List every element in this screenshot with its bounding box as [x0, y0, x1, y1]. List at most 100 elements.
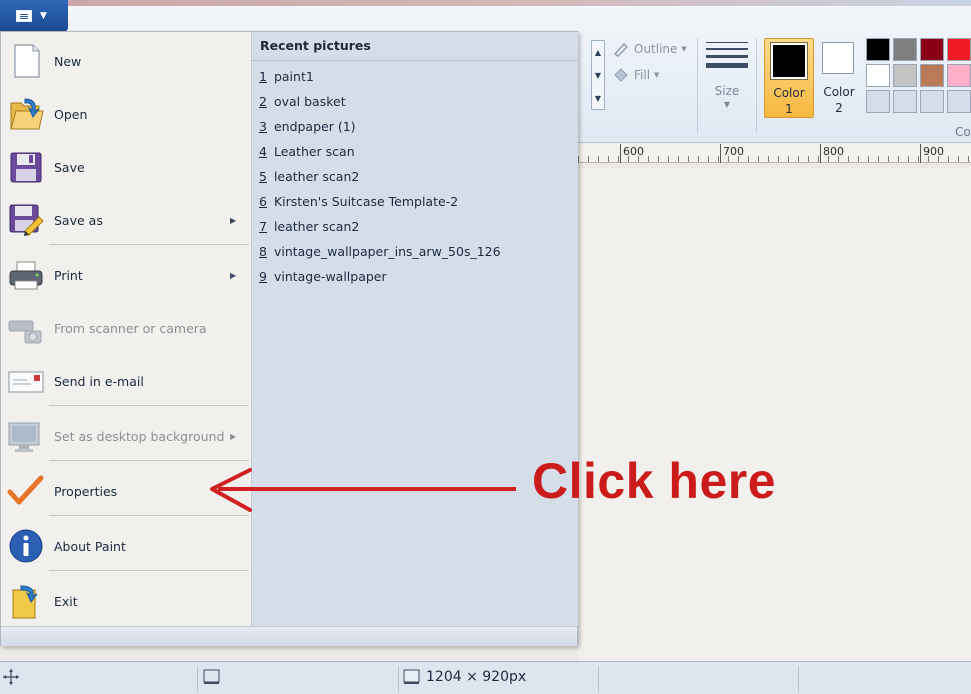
palette-swatch[interactable] — [947, 38, 971, 61]
annotation-click-here: Click here — [532, 453, 777, 509]
fill-label: Fill — [634, 68, 651, 82]
size-dropdown-icon: ▼ — [723, 100, 731, 109]
recent-item[interactable]: 3 endpaper (1) — [259, 116, 356, 138]
desktop-icon — [7, 417, 45, 455]
menu-item-save[interactable]: Save — [5, 142, 247, 192]
menu-separator — [49, 244, 249, 245]
menu-separator — [49, 460, 249, 461]
menu-separator — [49, 405, 249, 406]
menu-item-label: Send in e-mail — [54, 373, 144, 389]
ribbon-separator — [756, 38, 757, 134]
recent-item[interactable]: 2 oval basket — [259, 91, 346, 113]
palette-swatch[interactable] — [920, 90, 944, 113]
palette-swatch[interactable] — [893, 38, 917, 61]
menu-item-label: Properties — [54, 483, 118, 499]
size-button[interactable] — [706, 42, 748, 73]
checkmark-icon — [7, 472, 45, 510]
recent-item[interactable]: 8 vintage_wallpaper_ins_arw_50s_126 — [259, 241, 501, 263]
recent-item[interactable]: 7 leather scan2 — [259, 216, 359, 238]
fill-button[interactable]: Fill ▼ — [612, 67, 659, 83]
palette-swatch[interactable] — [866, 64, 890, 87]
palette-swatch[interactable] — [893, 64, 917, 87]
palette-swatch[interactable] — [920, 38, 944, 61]
fill-bucket-icon — [612, 67, 630, 83]
colors-group-label: Co — [955, 125, 971, 139]
recent-pictures-panel: Recent pictures 1 paint1 2 oval basket 3 en… — [251, 32, 578, 626]
expand-gallery-icon[interactable]: ▼ — [592, 87, 604, 110]
menu-separator — [49, 515, 249, 516]
menu-item-label: Save — [54, 159, 85, 175]
status-bar: 1204 × 920px — [0, 661, 971, 694]
image-size-icon — [403, 669, 421, 688]
menu-item-exit[interactable]: Exit — [5, 576, 247, 626]
menu-item-save-as[interactable]: Save as ▶ — [5, 195, 247, 245]
palette-swatch[interactable] — [947, 64, 971, 87]
palette-swatch[interactable] — [866, 90, 890, 113]
shapes-scroll[interactable]: ▲ ▼ ▼ — [591, 40, 605, 110]
status-separator — [798, 666, 799, 692]
fill-dropdown-icon: ▼ — [654, 71, 660, 79]
title-bar-strip — [0, 0, 971, 6]
color1-button[interactable]: Color 1 — [764, 38, 814, 118]
floppy-disk-icon — [7, 148, 45, 186]
scroll-down-icon[interactable]: ▼ — [592, 64, 604, 87]
recent-pictures-title: Recent pictures — [260, 38, 371, 53]
ruler-label: 800 — [823, 145, 844, 158]
color2-button[interactable]: Color 2 — [816, 38, 862, 118]
submenu-arrow-icon: ▶ — [230, 270, 237, 280]
recent-item[interactable]: 5 leather scan2 — [259, 166, 359, 188]
scroll-up-icon[interactable]: ▲ — [592, 41, 604, 64]
ruler-label: 900 — [923, 145, 944, 158]
menu-item-new[interactable]: New — [5, 36, 247, 86]
status-separator — [398, 666, 399, 692]
menu-footer — [1, 626, 577, 646]
palette-swatch[interactable] — [920, 64, 944, 87]
outline-dropdown-icon: ▼ — [681, 45, 687, 53]
palette-swatch[interactable] — [893, 90, 917, 113]
annotation-arrowhead-icon — [210, 468, 252, 512]
recent-item[interactable]: 1 paint1 — [259, 66, 314, 88]
recent-divider — [252, 60, 578, 61]
email-icon — [7, 362, 45, 400]
outline-button[interactable]: Outline ▼ — [612, 41, 687, 57]
menu-item-print[interactable]: Print ▶ — [5, 250, 247, 300]
submenu-arrow-icon: ▶ — [230, 431, 237, 441]
ruler-major-tick — [720, 144, 721, 163]
annotation-arrow-shaft — [218, 487, 516, 491]
selection-size-icon — [203, 669, 221, 688]
menu-item-set-desktop-background[interactable]: Set as desktop background ▶ — [5, 411, 247, 461]
palette-swatch[interactable] — [866, 38, 890, 61]
horizontal-ruler: 600 700 800 900 — [578, 144, 971, 163]
status-separator — [197, 666, 198, 692]
menu-item-send-email[interactable]: Send in e-mail — [5, 356, 247, 406]
ruler-label: 700 — [723, 145, 744, 158]
paint-menu-button[interactable]: ▼ — [0, 0, 68, 31]
recent-item[interactable]: 4 Leather scan — [259, 141, 355, 163]
outline-label: Outline — [634, 42, 678, 56]
menu-commands: New Open Save Save as ▶ Print ▶ From sca… — [1, 32, 251, 626]
menu-item-about-paint[interactable]: About Paint — [5, 521, 247, 571]
menu-item-from-scanner[interactable]: From scanner or camera — [5, 303, 247, 353]
printer-icon — [7, 256, 45, 294]
menu-item-open[interactable]: Open — [5, 89, 247, 139]
menu-separator — [49, 570, 249, 571]
paint-menu-icon — [16, 10, 32, 22]
ruler-major-tick — [820, 144, 821, 163]
drawing-canvas[interactable] — [578, 168, 971, 661]
ruler-major-tick — [920, 144, 921, 163]
size-label: Size — [714, 84, 740, 98]
menu-item-label: About Paint — [54, 538, 126, 554]
color-palette — [866, 38, 971, 113]
submenu-arrow-icon: ▶ — [230, 215, 237, 225]
ruler-major-tick — [620, 144, 621, 163]
recent-item[interactable]: 9 vintage-wallpaper — [259, 266, 387, 288]
save-as-icon — [7, 201, 45, 239]
menu-item-label: Set as desktop background — [54, 428, 225, 444]
palette-swatch[interactable] — [947, 90, 971, 113]
color1-swatch — [770, 42, 808, 80]
recent-item[interactable]: 6 Kirsten's Suitcase Template-2 — [259, 191, 458, 213]
ribbon-separator — [697, 38, 698, 134]
exit-icon — [7, 582, 45, 620]
outline-icon — [612, 41, 630, 57]
new-document-icon — [7, 42, 45, 80]
